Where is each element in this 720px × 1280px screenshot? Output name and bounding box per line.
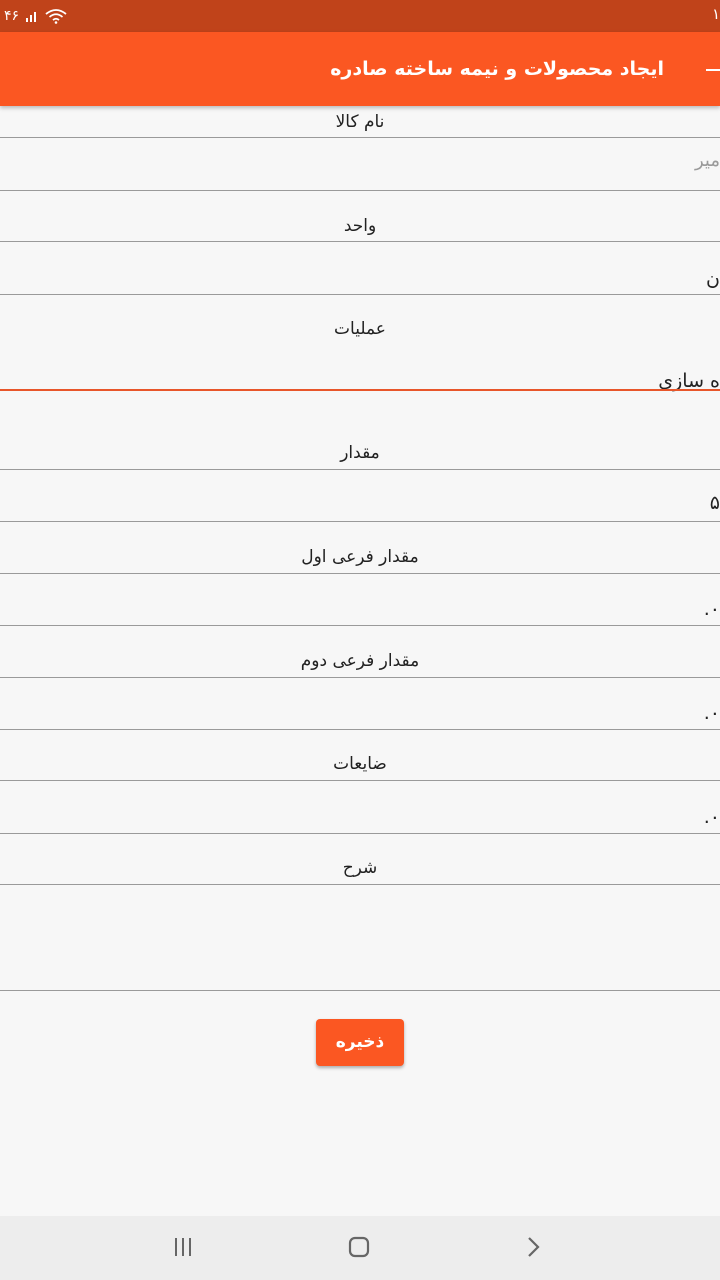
status-icons: ۴۶ xyxy=(4,5,67,27)
status-clock: ۱ xyxy=(711,5,720,23)
divider xyxy=(0,294,720,295)
divider xyxy=(0,469,720,470)
status-text: ۴۶ xyxy=(4,8,20,24)
operations-underline xyxy=(0,389,720,391)
divider xyxy=(0,884,720,885)
signal-icon xyxy=(26,12,37,22)
status-bar: ۴۶ ۱ xyxy=(0,0,720,32)
divider xyxy=(0,521,720,522)
operations-label: عملیات xyxy=(334,319,386,339)
description-label: شرح xyxy=(342,858,378,878)
divider xyxy=(0,990,720,991)
sub-amount-2-field[interactable]: .۰ xyxy=(0,702,720,724)
sub-amount-1-label: مقدار فرعی اول xyxy=(301,547,419,567)
home-icon[interactable] xyxy=(344,1234,374,1262)
waste-field[interactable]: .۰ xyxy=(0,806,720,828)
sub-amount-1-field[interactable]: .۰ xyxy=(0,598,720,620)
unit-label: واحد xyxy=(343,216,377,236)
item-name-field[interactable]: میر xyxy=(0,150,720,171)
item-name-label: نام کالا xyxy=(335,112,385,132)
amount-label: مقدار xyxy=(340,443,380,463)
divider xyxy=(0,190,720,191)
divider xyxy=(0,729,720,730)
divider xyxy=(0,780,720,781)
back-arrow-icon[interactable] xyxy=(706,66,720,74)
amount-field[interactable]: ۵ xyxy=(0,492,720,514)
wifi-icon xyxy=(45,9,67,24)
divider xyxy=(0,833,720,834)
sub-amount-2-label: مقدار فرعی دوم xyxy=(300,651,420,671)
divider xyxy=(0,625,720,626)
system-nav-bar xyxy=(0,1216,720,1280)
app-bar: ایجاد محصولات و نیمه ساخته صادره xyxy=(0,32,720,106)
divider xyxy=(0,573,720,574)
divider xyxy=(0,137,720,138)
divider xyxy=(0,677,720,678)
divider xyxy=(0,241,720,242)
save-button[interactable]: ذخیره xyxy=(316,1019,404,1066)
description-field[interactable] xyxy=(0,906,720,986)
page-title: ایجاد محصولات و نیمه ساخته صادره xyxy=(330,58,664,80)
nav-back-icon[interactable] xyxy=(519,1234,549,1262)
waste-label: ضایعات xyxy=(333,754,387,774)
unit-field[interactable]: ن xyxy=(0,268,720,290)
recent-apps-icon[interactable] xyxy=(168,1234,198,1262)
